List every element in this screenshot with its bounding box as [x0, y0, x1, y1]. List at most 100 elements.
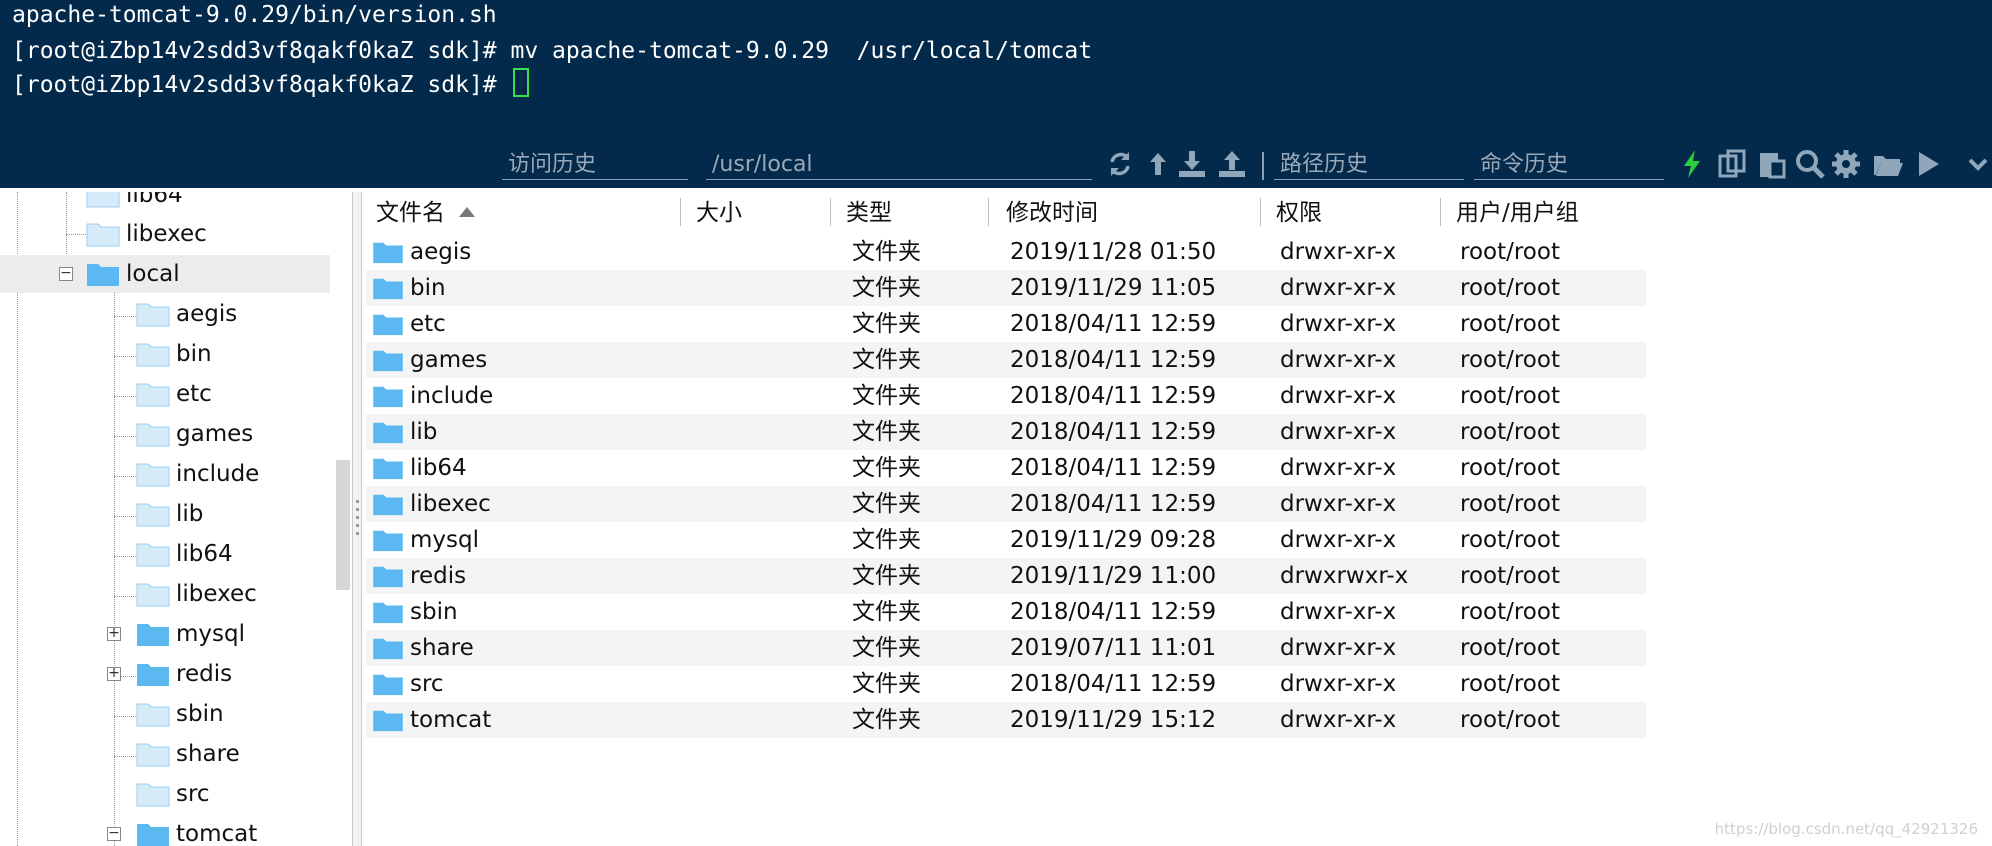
- type-cell: 文件夹: [852, 275, 921, 301]
- folder-icon: [373, 386, 403, 408]
- modified-cell: 2018/04/11 12:59: [1010, 671, 1217, 697]
- type-cell: 文件夹: [852, 671, 921, 697]
- tree-item-bin[interactable]: bin: [136, 335, 212, 373]
- refresh-icon[interactable]: [1104, 148, 1136, 182]
- tree-guide: [114, 316, 136, 317]
- chevron-down-icon[interactable]: [1960, 148, 1992, 182]
- up-arrow-icon[interactable]: [1142, 148, 1174, 182]
- upload-icon[interactable]: [1216, 148, 1248, 182]
- folder-icon: [373, 350, 403, 372]
- table-row[interactable]: sbin 文件夹 2018/04/11 12:59 drwxr-xr-x roo…: [366, 594, 1646, 630]
- folder-icon: [136, 743, 170, 767]
- modified-cell: 2018/04/11 12:59: [1010, 311, 1217, 337]
- table-row[interactable]: include 文件夹 2018/04/11 12:59 drwxr-xr-x …: [366, 378, 1646, 414]
- table-row[interactable]: libexec 文件夹 2018/04/11 12:59 drwxr-xr-x …: [366, 486, 1646, 522]
- table-row[interactable]: src 文件夹 2018/04/11 12:59 drwxr-xr-x root…: [366, 666, 1646, 702]
- column-header-modified[interactable]: 修改时间: [1006, 192, 1098, 230]
- folder-icon: [373, 530, 403, 552]
- owner-cell: root/root: [1460, 347, 1560, 373]
- splitter-grip: [356, 516, 359, 519]
- file-name-cell: games: [372, 342, 487, 378]
- table-row[interactable]: bin 文件夹 2019/11/29 11:05 drwxr-xr-x root…: [366, 270, 1646, 306]
- tree-item-libexec[interactable]: libexec: [86, 215, 207, 253]
- table-row[interactable]: share 文件夹 2019/07/11 11:01 drwxr-xr-x ro…: [366, 630, 1646, 666]
- path-history-input[interactable]: 路径历史: [1274, 148, 1464, 180]
- tree-item-lib[interactable]: lib: [136, 495, 203, 533]
- tree-item-mysql[interactable]: mysql: [136, 615, 245, 653]
- tree-scrollbar[interactable]: [336, 460, 350, 590]
- tree-item-sbin[interactable]: sbin: [136, 695, 224, 733]
- download-icon[interactable]: [1176, 148, 1208, 182]
- table-row[interactable]: lib 文件夹 2018/04/11 12:59 drwxr-xr-x root…: [366, 414, 1646, 450]
- tree-item-redis[interactable]: redis: [136, 655, 232, 693]
- folder-icon: [373, 314, 403, 336]
- tree-item-share[interactable]: share: [136, 735, 240, 773]
- table-row[interactable]: redis 文件夹 2019/11/29 11:00 drwxrwxr-x ro…: [366, 558, 1646, 594]
- table-row[interactable]: etc 文件夹 2018/04/11 12:59 drwxr-xr-x root…: [366, 306, 1646, 342]
- file-name-cell: share: [372, 630, 474, 666]
- toolbar-separator: [1262, 152, 1264, 180]
- tree-item-local[interactable]: local: [0, 255, 330, 293]
- permissions-cell: drwxr-xr-x: [1280, 707, 1397, 733]
- permissions-cell: drwxr-xr-x: [1280, 599, 1397, 625]
- command-history-input[interactable]: 命令历史: [1474, 148, 1664, 180]
- folder-open-icon[interactable]: [1872, 148, 1904, 182]
- pane-splitter[interactable]: [352, 192, 362, 846]
- column-separator[interactable]: [1440, 198, 1441, 226]
- collapse-toggle[interactable]: −: [107, 826, 121, 841]
- type-cell: 文件夹: [852, 239, 921, 265]
- table-row[interactable]: lib64 文件夹 2018/04/11 12:59 drwxr-xr-x ro…: [366, 450, 1646, 486]
- column-separator[interactable]: [830, 198, 831, 226]
- tree-guide: [114, 356, 136, 357]
- table-row[interactable]: aegis 文件夹 2019/11/28 01:50 drwxr-xr-x ro…: [366, 234, 1646, 270]
- gear-icon[interactable]: [1830, 148, 1862, 182]
- owner-cell: root/root: [1460, 563, 1560, 589]
- paste-icon[interactable]: [1756, 148, 1788, 182]
- tree-item-lib64[interactable]: lib64: [86, 192, 183, 214]
- table-row[interactable]: mysql 文件夹 2019/11/29 09:28 drwxr-xr-x ro…: [366, 522, 1646, 558]
- tree-item-label: games: [176, 421, 254, 447]
- tree-guide: [114, 716, 136, 717]
- modified-cell: 2019/11/29 09:28: [1010, 527, 1217, 553]
- column-header-size[interactable]: 大小: [696, 192, 742, 230]
- file-name-cell: sbin: [372, 594, 458, 630]
- column-header-owner[interactable]: 用户/用户组: [1456, 192, 1579, 230]
- file-name-cell: tomcat: [372, 702, 491, 738]
- column-header-name[interactable]: 文件名: [376, 192, 475, 230]
- expand-toggle[interactable]: +: [107, 626, 121, 641]
- file-name-cell: lib: [372, 414, 437, 450]
- table-row[interactable]: games 文件夹 2018/04/11 12:59 drwxr-xr-x ro…: [366, 342, 1646, 378]
- folder-icon: [136, 583, 170, 607]
- tree-item-include[interactable]: include: [136, 455, 259, 493]
- tree-item-aegis[interactable]: aegis: [136, 295, 237, 333]
- column-separator[interactable]: [1260, 198, 1261, 226]
- tree-item-label: lib: [176, 501, 204, 527]
- visit-history-input[interactable]: 访问历史: [502, 148, 688, 180]
- search-icon[interactable]: [1794, 148, 1826, 182]
- owner-cell: root/root: [1460, 383, 1560, 409]
- tree-item-src[interactable]: src: [136, 775, 210, 813]
- tree-item-etc[interactable]: etc: [136, 375, 212, 413]
- tree-item-tomcat[interactable]: tomcat: [136, 815, 257, 846]
- column-header-type[interactable]: 类型: [846, 192, 892, 230]
- lightning-icon[interactable]: [1676, 148, 1708, 182]
- collapse-toggle[interactable]: −: [59, 266, 73, 281]
- play-icon[interactable]: [1912, 148, 1944, 182]
- terminal-output[interactable]: apache-tomcat-9.0.29/bin/version.sh [roo…: [0, 0, 1992, 148]
- file-name-cell: lib64: [372, 450, 467, 486]
- modified-cell: 2018/04/11 12:59: [1010, 599, 1217, 625]
- table-row[interactable]: tomcat 文件夹 2019/11/29 15:12 drwxr-xr-x r…: [366, 702, 1646, 738]
- tree-item-games[interactable]: games: [136, 415, 253, 453]
- column-separator[interactable]: [680, 198, 681, 226]
- column-header-permissions[interactable]: 权限: [1276, 192, 1322, 230]
- folder-icon: [86, 223, 120, 247]
- folder-icon: [373, 422, 403, 444]
- copy-icon[interactable]: [1716, 148, 1748, 182]
- permissions-cell: drwxr-xr-x: [1280, 383, 1397, 409]
- tree-item-libexec-sub[interactable]: libexec: [136, 575, 257, 613]
- expand-toggle[interactable]: +: [107, 666, 121, 681]
- path-input[interactable]: /usr/local: [706, 148, 1092, 180]
- column-separator[interactable]: [988, 198, 989, 226]
- folder-icon: [373, 674, 403, 696]
- tree-item-lib64-sub[interactable]: lib64: [136, 535, 233, 573]
